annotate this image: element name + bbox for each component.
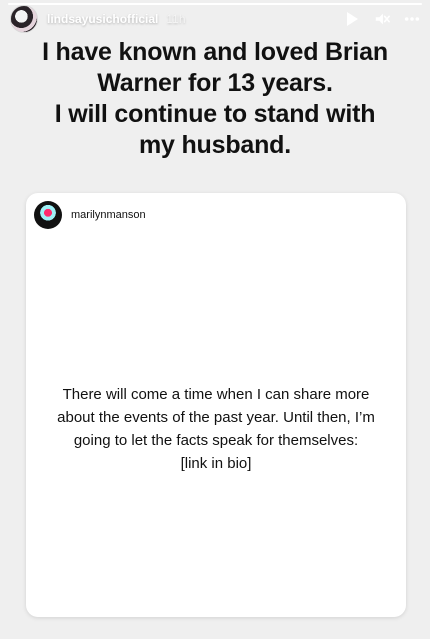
shared-post-text: There will come a time when I can share … — [26, 383, 406, 475]
story-headline: I have known and loved Brian Warner for … — [0, 37, 430, 161]
more-icon[interactable] — [404, 11, 420, 27]
shared-post-avatar[interactable] — [34, 201, 62, 229]
shared-post-card[interactable]: marilynmanson There will come a time whe… — [26, 193, 406, 617]
post-text-line: about the events of the past year. Until… — [57, 409, 375, 426]
story-username[interactable]: lindsayusichofficial — [47, 12, 158, 26]
mute-icon[interactable] — [374, 11, 390, 27]
story-avatar[interactable] — [10, 5, 38, 33]
play-icon[interactable] — [344, 11, 360, 27]
story-header: lindsayusichofficial 11h — [10, 5, 420, 33]
story-screen: lindsayusichofficial 11h I have known an… — [0, 0, 430, 639]
post-text-line: going to let the facts speak for themsel… — [73, 432, 359, 449]
headline-line: I will continue to stand with — [54, 100, 376, 128]
headline-line: Warner for 13 years. — [97, 69, 333, 97]
post-text-line: [link in bio] — [180, 455, 252, 472]
post-text-line: There will come a time when I can share … — [62, 386, 370, 403]
shared-post-username[interactable]: marilynmanson — [71, 209, 146, 221]
story-controls — [344, 11, 420, 27]
shared-post-header: marilynmanson — [34, 201, 146, 229]
story-time: 11h — [166, 12, 186, 26]
headline-line: my husband. — [139, 131, 291, 159]
headline-line: I have known and loved Brian — [42, 38, 388, 66]
